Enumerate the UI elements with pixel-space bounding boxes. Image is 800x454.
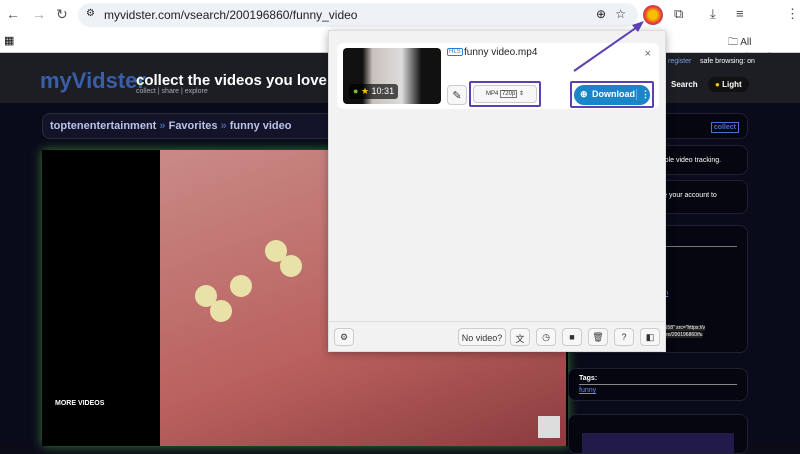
url-text: myvidster.com/vsearch/200196860/funny_vi… <box>104 8 358 22</box>
tag-funny[interactable]: funny <box>579 387 737 394</box>
duration-text: 10:31 <box>371 86 395 96</box>
extension-popup: ● ★ 10:31 HLS funny video.mp4 × ✎ MP4 72… <box>328 30 666 352</box>
annotation-arrow <box>573 21 644 72</box>
site-info-icon[interactable]: ⚙ <box>86 8 95 19</box>
format: MP4 <box>485 91 499 97</box>
menu-icon[interactable]: ⋮ <box>786 6 799 22</box>
settings-icon[interactable]: ⚙ <box>334 328 354 346</box>
sidebar-icon[interactable]: ◧ <box>640 328 660 346</box>
apps-icon[interactable]: ▦ <box>4 34 14 47</box>
quality: 720p <box>499 90 518 98</box>
edit-button[interactable]: ✎ <box>447 85 467 105</box>
tags-panel: Tags: funny <box>568 368 748 401</box>
forward-icon[interactable]: → <box>32 6 46 22</box>
tags-label: Tags: <box>579 375 737 385</box>
ad-panel <box>568 414 748 454</box>
theme-toggle[interactable]: ● Light <box>708 77 749 92</box>
download-highlight: ⊕ Download ⋮ <box>570 81 654 108</box>
format-select[interactable]: MP4 720p ⇕ <box>473 85 537 103</box>
search-button[interactable]: Search <box>671 80 698 89</box>
reading-list-icon[interactable]: ≡ <box>736 6 744 21</box>
file-name[interactable]: funny video.mp4 <box>464 47 537 58</box>
logo[interactable]: myVidster <box>40 68 146 94</box>
more-options-icon[interactable]: ⋮ <box>636 89 650 100</box>
breadcrumb-video: funny video <box>229 120 292 132</box>
no-video-button[interactable]: No video? <box>458 328 506 346</box>
download-circle-icon: ⊕ <box>580 89 588 99</box>
format-highlight: MP4 720p ⇕ <box>469 81 541 107</box>
channel-watermark <box>538 416 560 438</box>
trash-icon[interactable]: 🗑 <box>588 328 608 346</box>
duration: ● ★ 10:31 <box>349 84 399 99</box>
extensions-puzzle-icon[interactable]: ⧉ <box>674 6 683 22</box>
help-icon[interactable]: ? <box>614 328 634 346</box>
video-thumbnail[interactable]: ● ★ 10:31 <box>343 48 441 104</box>
theme-label: Light <box>722 80 742 89</box>
folder-icon[interactable]: ■ <box>562 328 582 346</box>
back-icon[interactable]: ← <box>6 6 20 22</box>
history-icon[interactable]: ◷ <box>536 328 556 346</box>
translate-icon[interactable]: 文 <box>510 328 530 346</box>
subnav[interactable]: collect | share | explore <box>136 88 208 95</box>
breadcrumb-favorites[interactable]: Favorites <box>169 120 218 132</box>
register-link[interactable]: register <box>668 58 691 65</box>
collect-button[interactable]: collect <box>710 122 739 133</box>
download-button[interactable]: ⊕ Download ⋮ <box>574 85 650 105</box>
slogan: collect the videos you love <box>136 72 327 89</box>
hls-badge: HLS <box>447 48 463 56</box>
sep: » <box>159 120 166 132</box>
more-videos[interactable]: MORE VIDEOS <box>55 400 104 407</box>
sep: » <box>220 120 227 132</box>
download-label: Download <box>592 89 635 99</box>
safe-browsing[interactable]: safe browsing: on <box>700 58 755 65</box>
reload-icon[interactable]: ↻ <box>56 6 68 23</box>
address-bar[interactable]: ⚙ myvidster.com/vsearch/200196860/funny_v… <box>78 3 638 27</box>
breadcrumb-user[interactable]: toptenentertainment <box>50 120 156 132</box>
download-icon[interactable]: ⤓ <box>710 6 716 22</box>
browser-toolbar: ← → ↻ ⚙ myvidster.com/vsearch/200196860/f… <box>0 0 800 30</box>
